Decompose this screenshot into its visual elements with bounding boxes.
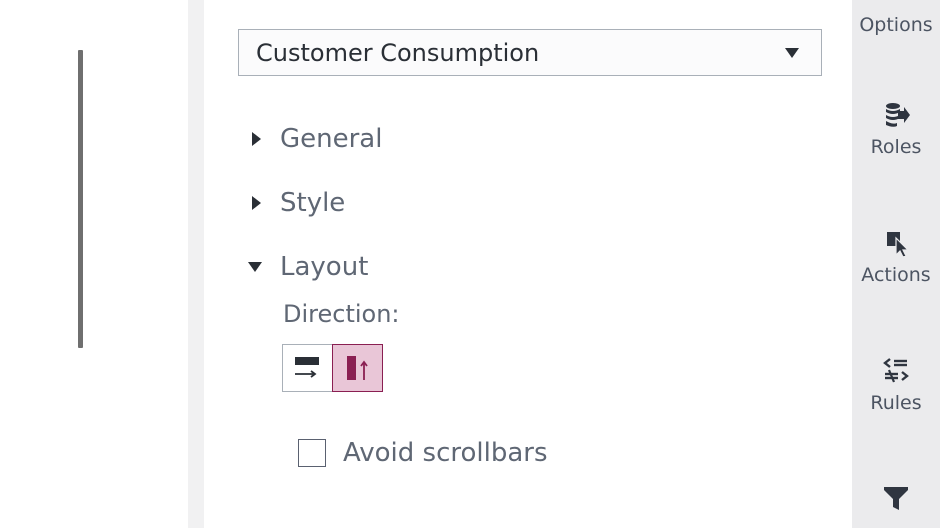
rail-item-filter[interactable] bbox=[852, 484, 940, 514]
direction-horizontal-button[interactable] bbox=[282, 344, 333, 392]
rules-icon bbox=[883, 358, 909, 383]
direction-toggle-group bbox=[282, 344, 383, 392]
section-layout[interactable]: Layout bbox=[248, 252, 368, 282]
options-panel: Customer Consumption General Style Layou… bbox=[204, 0, 852, 528]
expand-right-icon bbox=[252, 132, 261, 146]
rail-item-actions[interactable]: Actions bbox=[852, 228, 940, 286]
rail-item-actions-label: Actions bbox=[861, 264, 931, 286]
avoid-scrollbars-checkbox[interactable] bbox=[298, 439, 326, 467]
data-source-select[interactable]: Customer Consumption bbox=[238, 29, 822, 76]
avoid-scrollbars-label: Avoid scrollbars bbox=[343, 438, 548, 468]
splitter-handle[interactable] bbox=[78, 50, 83, 348]
left-canvas-area bbox=[0, 0, 188, 528]
section-style[interactable]: Style bbox=[248, 188, 345, 218]
section-layout-label: Layout bbox=[280, 252, 369, 282]
rail-item-options-label: Options bbox=[859, 14, 933, 36]
section-general-label: General bbox=[280, 124, 383, 154]
avoid-scrollbars-option[interactable]: Avoid scrollbars bbox=[298, 438, 548, 468]
rail-item-roles[interactable]: Roles bbox=[852, 100, 940, 158]
direction-vertical-button[interactable] bbox=[332, 344, 383, 392]
vertical-direction-icon bbox=[347, 356, 368, 380]
rail-item-roles-label: Roles bbox=[870, 136, 922, 158]
direction-label: Direction: bbox=[283, 300, 400, 328]
panel-gutter bbox=[188, 0, 204, 528]
rail-item-rules[interactable]: Rules bbox=[852, 356, 940, 414]
filter-icon bbox=[884, 487, 908, 510]
right-rail: Options Roles Actions Rules bbox=[852, 0, 940, 528]
rail-item-options[interactable]: Options bbox=[852, 14, 940, 36]
chevron-down-icon bbox=[785, 48, 799, 58]
horizontal-direction-icon bbox=[295, 357, 319, 378]
rail-item-rules-label: Rules bbox=[870, 392, 922, 414]
cursor-select-icon bbox=[887, 232, 910, 258]
collapse-down-icon bbox=[248, 262, 262, 272]
database-arrow-icon bbox=[886, 103, 910, 127]
section-general[interactable]: General bbox=[248, 124, 382, 154]
data-source-select-value: Customer Consumption bbox=[256, 38, 540, 67]
section-style-label: Style bbox=[280, 188, 346, 218]
expand-right-icon bbox=[252, 196, 261, 210]
